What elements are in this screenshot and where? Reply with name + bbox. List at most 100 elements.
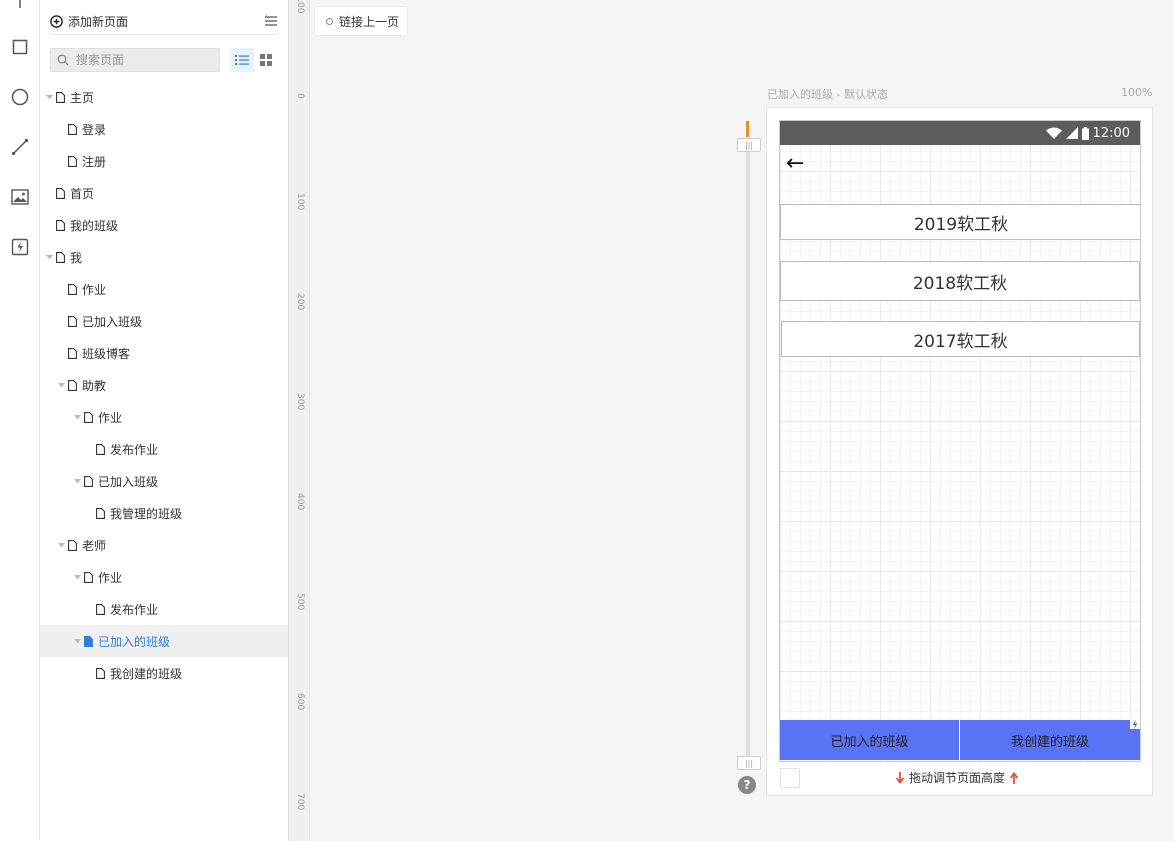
tree-node-label: 老师	[82, 538, 107, 553]
class-item-2017[interactable]: 2017软工秋	[781, 321, 1140, 357]
tool-rail	[0, 0, 40, 841]
link-prev-button[interactable]: 链接上一页	[315, 7, 407, 35]
circle-tool-icon[interactable]	[10, 87, 30, 107]
zoom-level[interactable]: 100%	[1121, 86, 1152, 99]
tree-node-label: 已加入班级	[82, 314, 143, 329]
bottom-tab-bar: 已加入的班级 我创建的班级	[780, 720, 1140, 760]
tree-node[interactable]: 主页	[40, 81, 288, 113]
tree-node[interactable]: 首页	[40, 177, 288, 209]
expand-caret-icon[interactable]	[56, 542, 66, 548]
tree-node-label: 登录	[82, 122, 107, 137]
rectangle-tool-icon[interactable]	[10, 37, 30, 57]
tree-node-label: 主页	[70, 90, 95, 105]
expand-caret-icon[interactable]	[56, 382, 66, 388]
drag-height-hint[interactable]: 拖动调节页面高度	[895, 769, 1019, 786]
line-tool-icon[interactable]	[10, 137, 30, 157]
tree-node[interactable]: 发布作业	[40, 433, 288, 465]
tree-node[interactable]: 作业	[40, 561, 288, 593]
tree-node-label: 助教	[82, 378, 107, 393]
grid-view-icon[interactable]	[254, 48, 278, 72]
tab-joined-classes[interactable]: 已加入的班级	[780, 720, 960, 760]
tree-node-label: 我管理的班级	[110, 506, 183, 521]
expand-caret-icon[interactable]	[44, 254, 54, 260]
tree-node[interactable]: 我创建的班级	[40, 657, 288, 689]
page-file-icon	[68, 347, 77, 359]
back-arrow-icon[interactable]: ←	[786, 151, 804, 177]
tree-node-label: 我创建的班级	[110, 666, 183, 681]
tree-node[interactable]: 登录	[40, 113, 288, 145]
class-item-2019[interactable]: 2019软工秋	[780, 204, 1140, 240]
tree-node-label: 作业	[82, 282, 107, 297]
ruler-label: 700	[295, 793, 305, 811]
height-slider-track[interactable]	[746, 140, 750, 760]
tree-node[interactable]: 我	[40, 241, 288, 273]
image-tool-icon[interactable]	[10, 187, 30, 207]
tree-node[interactable]: 作业	[40, 401, 288, 433]
search-box[interactable]	[50, 48, 220, 72]
panel-header: 添加新页面	[50, 8, 278, 35]
expand-caret-icon[interactable]	[72, 478, 82, 484]
link-prev-label: 链接上一页	[339, 14, 400, 29]
tree-node[interactable]: 我管理的班级	[40, 497, 288, 529]
page-tree: 主页 登录 注册 首页 我的班级我作业 已加入班级 班级博客 助教 作业 发布作业 已加入班级 我管理…	[40, 81, 288, 689]
flash-tool-icon[interactable]	[10, 237, 30, 257]
page-file-icon	[56, 251, 65, 263]
page-file-icon	[68, 315, 77, 327]
tree-node-label: 作业	[98, 570, 123, 585]
page-file-icon	[96, 603, 105, 615]
tree-node[interactable]: 作业	[40, 273, 288, 305]
add-circle-icon	[50, 14, 63, 28]
ruler-label: -100	[295, 0, 305, 14]
expand-caret-icon[interactable]	[72, 638, 82, 644]
tree-node-label: 我的班级	[70, 218, 119, 233]
tree-node[interactable]: 班级博客	[40, 337, 288, 369]
search-icon	[57, 54, 69, 66]
ruler-label: 0	[295, 93, 305, 99]
status-time: 12:00	[1092, 125, 1130, 141]
help-icon[interactable]: ?	[738, 776, 756, 794]
expand-caret-icon[interactable]	[72, 574, 82, 580]
page-file-icon	[68, 539, 77, 551]
tree-node[interactable]: 助教	[40, 369, 288, 401]
link-dot-icon	[326, 17, 333, 25]
list-view-icon[interactable]	[230, 48, 254, 72]
page-file-icon	[84, 635, 93, 647]
tree-node-label: 作业	[98, 410, 123, 425]
signal-icon	[1065, 127, 1078, 139]
tree-node[interactable]: 老师	[40, 529, 288, 561]
tree-node[interactable]: 已加入班级	[40, 305, 288, 337]
tree-node[interactable]: 已加入的班级	[40, 625, 288, 657]
battery-icon	[1081, 126, 1089, 140]
page-file-icon	[84, 571, 93, 583]
bottom-height-handle[interactable]: |||	[737, 756, 761, 770]
page-file-icon	[84, 411, 93, 423]
page-file-icon	[68, 379, 77, 391]
tree-node-label: 注册	[82, 154, 107, 169]
search-input[interactable]	[74, 52, 218, 68]
text-tool-icon[interactable]	[10, 0, 30, 12]
add-page-button[interactable]: 添加新页面	[50, 13, 128, 30]
footer-checkbox[interactable]	[780, 768, 800, 788]
tree-node-label: 首页	[70, 186, 95, 201]
arrow-down-icon	[895, 771, 905, 784]
tree-node[interactable]: 我的班级	[40, 209, 288, 241]
ruler-label: 100	[295, 193, 305, 211]
top-handle-mark	[746, 121, 749, 137]
interaction-flash-icon	[1130, 719, 1140, 729]
status-bar: 12:00	[780, 121, 1140, 145]
tree-node[interactable]: 注册	[40, 145, 288, 177]
page-file-icon	[96, 443, 105, 455]
tree-node-label: 已加入的班级	[98, 634, 171, 649]
expand-caret-icon[interactable]	[44, 94, 54, 100]
tree-node[interactable]: 已加入班级	[40, 465, 288, 497]
expand-caret-icon[interactable]	[72, 414, 82, 420]
view-toggle	[230, 48, 278, 72]
tab-created-classes[interactable]: 我创建的班级	[960, 720, 1140, 760]
ruler-label: 200	[295, 293, 305, 311]
top-height-handle[interactable]: |||	[737, 138, 761, 152]
class-item-2018[interactable]: 2018软工秋	[780, 261, 1140, 301]
tree-node[interactable]: 发布作业	[40, 593, 288, 625]
tree-node-label: 我	[70, 250, 83, 265]
sort-list-icon[interactable]	[264, 15, 278, 27]
ruler-label: 400	[295, 493, 305, 511]
